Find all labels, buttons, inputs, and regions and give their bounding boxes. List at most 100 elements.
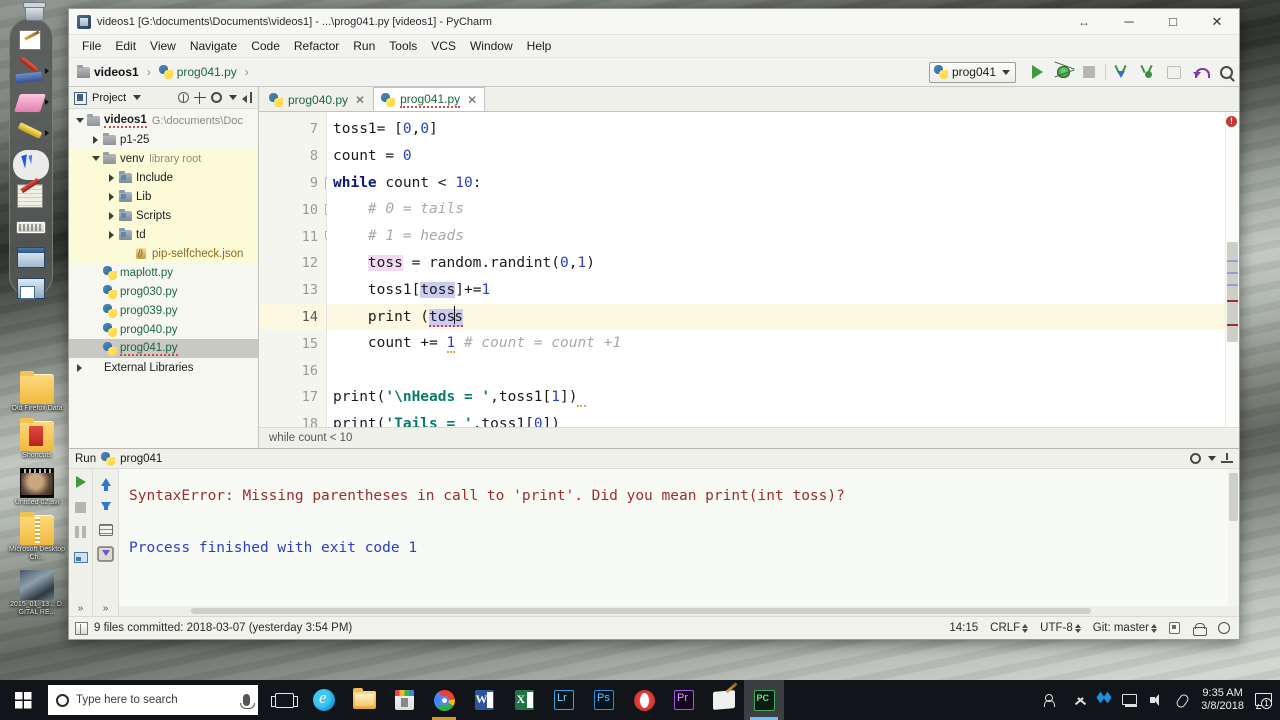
line-number-14[interactable]: 14	[259, 303, 326, 331]
window-drag-handle[interactable]: ↔	[1060, 15, 1107, 29]
desktop-icon[interactable]: Untitled 02.avi	[6, 468, 68, 507]
menu-code[interactable]: Code	[244, 37, 287, 55]
run-panel-config-name[interactable]: prog041	[120, 453, 162, 465]
chevron-right-icon[interactable]	[105, 230, 118, 239]
taskbar-excel[interactable]	[504, 680, 544, 720]
gear-chevron-icon[interactable]	[229, 95, 237, 100]
attach-to-process-button[interactable]	[1161, 60, 1187, 84]
taskbar-opera[interactable]	[624, 680, 664, 720]
volume-tray-button[interactable]	[1143, 680, 1169, 720]
desktop-icon[interactable]: 2015_01_13... D. GITAL RE...	[6, 570, 68, 617]
recycle-bin-icon[interactable]	[22, 0, 46, 21]
whiteboard-icon[interactable]	[13, 26, 49, 56]
start-button[interactable]	[0, 680, 46, 720]
close-tab-icon[interactable]: ✕	[355, 93, 365, 107]
scroll-to-end-button[interactable]	[97, 545, 115, 563]
cursor-icon[interactable]	[13, 150, 49, 180]
run-with-coverage-button[interactable]	[1109, 60, 1135, 84]
tree-item-p1-25[interactable]: p1-25	[69, 130, 258, 149]
tree-item-lib[interactable]: Lib	[69, 187, 258, 206]
network-tray-button[interactable]	[1117, 680, 1143, 720]
taskbar-premiere[interactable]	[664, 680, 704, 720]
collapse-all-icon[interactable]	[178, 92, 189, 103]
error-count-badge[interactable]: !	[1226, 116, 1237, 127]
menu-file[interactable]: File	[75, 37, 108, 55]
dropbox-tray-button[interactable]	[1091, 680, 1117, 720]
editor-breadcrumb[interactable]: while count < 10	[259, 427, 1239, 448]
line-number-12[interactable]: 12	[259, 250, 326, 277]
menu-edit[interactable]: Edit	[108, 37, 143, 55]
chevron-right-icon[interactable]	[105, 192, 118, 201]
undo-button[interactable]	[1187, 60, 1213, 84]
tree-item-prog039-py[interactable]: prog039.py	[69, 301, 258, 320]
menu-navigate[interactable]: Navigate	[183, 37, 244, 55]
taskbar-file-explorer[interactable]	[344, 680, 384, 720]
show-hidden-icons-button[interactable]	[1065, 680, 1091, 720]
down-the-stack-button[interactable]	[97, 497, 115, 515]
run-right-more-button[interactable]: »	[103, 603, 109, 616]
tree-item-maplott-py[interactable]: maplott.py	[69, 263, 258, 282]
line-number-7[interactable]: 7	[259, 116, 326, 143]
menu-window[interactable]: Window	[463, 37, 520, 55]
console-vertical-scrollbar[interactable]	[1228, 469, 1239, 606]
line-number-8[interactable]: 8	[259, 143, 326, 170]
menu-run[interactable]: Run	[346, 37, 382, 55]
minimize-button[interactable]: ─	[1107, 9, 1151, 35]
settings-gear-icon[interactable]	[1190, 453, 1201, 464]
desktop-icon[interactable]: Shortcuts	[6, 418, 68, 460]
line-number-13[interactable]: 13	[259, 277, 326, 304]
stop-button[interactable]	[72, 498, 90, 516]
tree-item-include[interactable]: Include	[69, 168, 258, 187]
code-editor[interactable]: 78910111213141516171819 toss1= [0,0] cou…	[259, 112, 1239, 427]
tree-item-prog041-py[interactable]: prog041.py	[69, 339, 258, 358]
taskbar-pycharm[interactable]	[744, 680, 784, 720]
menu-tools[interactable]: Tools	[382, 37, 424, 55]
taskbar-chrome[interactable]	[424, 680, 464, 720]
taskbar-store[interactable]	[384, 680, 424, 720]
chevron-right-icon[interactable]	[73, 363, 86, 372]
tree-item-venv[interactable]: venv library root	[69, 149, 258, 168]
editor-scrollbar[interactable]: !	[1225, 112, 1239, 427]
line-number-17[interactable]: 17	[259, 384, 326, 411]
scrollbar-thumb[interactable]	[1227, 242, 1238, 342]
encoding-selector[interactable]: UTF-8	[1037, 621, 1084, 635]
tree-item-videos1[interactable]: videos1 G:\documents\Doc	[69, 111, 258, 130]
menu-help[interactable]: Help	[520, 37, 559, 55]
keyboard-icon[interactable]	[13, 212, 49, 242]
lock-icon[interactable]	[1166, 621, 1183, 635]
chevron-right-icon[interactable]	[105, 173, 118, 182]
tree-item-scripts[interactable]: Scripts	[69, 206, 258, 225]
debug-button[interactable]	[1050, 60, 1076, 84]
caret-position[interactable]: 14:15	[946, 621, 981, 635]
vcs-status-message[interactable]: 9 files committed: 2018-03-07 (yesterday…	[94, 622, 352, 634]
console-horizontal-scrollbar[interactable]	[119, 606, 1239, 616]
show-running-windows-button[interactable]	[72, 548, 90, 566]
minimize-window-icon[interactable]	[13, 274, 49, 304]
close-tab-icon[interactable]: ✕	[467, 93, 477, 107]
profile-button[interactable]	[1135, 60, 1161, 84]
chevron-down-icon[interactable]	[73, 118, 86, 123]
inspector-icon[interactable]	[1189, 621, 1209, 636]
chevron-right-icon[interactable]	[89, 135, 102, 144]
annotation-toolbar[interactable]	[9, 18, 53, 299]
taskbar-search-box[interactable]: Type here to search	[48, 685, 258, 715]
target-icon[interactable]	[194, 91, 206, 104]
editor-tab-prog040[interactable]: prog040.py ✕	[261, 87, 373, 111]
code-content[interactable]: toss1= [0,0] count = 0 while count < 10:…	[327, 112, 1239, 427]
highlighter-icon[interactable]	[13, 119, 49, 149]
run-console-output[interactable]: SyntaxError: Missing parentheses in call…	[119, 469, 1239, 616]
taskbar-lightroom[interactable]	[544, 680, 584, 720]
git-branch-selector[interactable]: Git: master	[1090, 621, 1160, 635]
pen-icon[interactable]	[13, 57, 49, 87]
export-icon[interactable]	[1221, 452, 1233, 465]
breadcrumb-file[interactable]: prog041.py	[177, 65, 237, 79]
eraser-icon[interactable]	[13, 88, 49, 118]
taskbar-photoshop[interactable]	[584, 680, 624, 720]
tree-item-prog030-py[interactable]: prog030.py	[69, 282, 258, 301]
microphone-icon[interactable]	[240, 694, 255, 709]
menu-refactor[interactable]: Refactor	[287, 37, 346, 55]
project-tree[interactable]: videos1 G:\documents\Doc p1-25 venv library …	[69, 109, 258, 448]
editor-tab-prog041[interactable]: prog041.py ✕	[373, 87, 486, 111]
chevron-down-icon[interactable]	[89, 156, 102, 161]
line-number-gutter[interactable]: 78910111213141516171819	[259, 112, 336, 427]
